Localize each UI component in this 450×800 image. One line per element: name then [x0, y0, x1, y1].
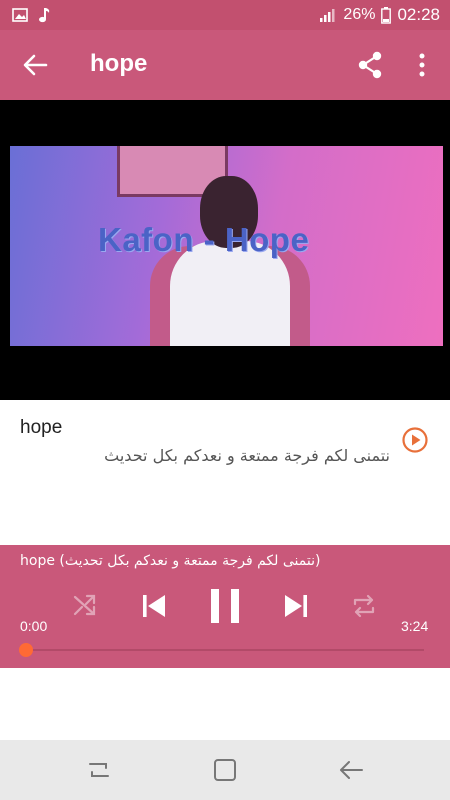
item-title: hope: [20, 417, 63, 438]
image-icon: [12, 8, 28, 22]
status-notifications: [12, 7, 50, 23]
repeat-icon[interactable]: [350, 592, 378, 620]
status-time: 02:28: [397, 5, 440, 24]
app-bar: hope: [0, 30, 450, 100]
shuffle-icon[interactable]: [72, 592, 98, 618]
system-nav-bar: [0, 740, 450, 800]
pause-icon[interactable]: [208, 587, 242, 625]
skip-previous-icon[interactable]: [140, 592, 168, 620]
content-empty-area: [0, 668, 450, 740]
back-arrow-icon[interactable]: [22, 52, 48, 78]
seek-bar[interactable]: [19, 643, 424, 657]
total-time: 3:24: [401, 618, 429, 634]
more-vert-icon[interactable]: [414, 52, 430, 78]
battery-icon: [381, 6, 392, 24]
signal-icon: [320, 9, 335, 22]
recents-icon[interactable]: [86, 758, 112, 782]
page-title: hope: [90, 50, 148, 77]
battery-percent: 26%: [343, 6, 376, 23]
video-thumbnail[interactable]: Kafon - Hope: [10, 146, 443, 346]
now-playing-title: hope (نتمنى لكم فرجة ممتعة و نعدكم بكل ت…: [20, 553, 321, 569]
current-time: 0:00: [20, 618, 48, 634]
status-system: 26% 02:28: [319, 5, 440, 25]
video-overlay-text: Kafon - Hope: [98, 221, 310, 258]
home-icon[interactable]: [212, 758, 238, 782]
item-description: نتمنى لكم فرجة ممتعة و نعدكم بكل تحديث: [104, 446, 390, 465]
music-note-icon: [39, 8, 50, 23]
skip-next-icon[interactable]: [282, 592, 310, 620]
play-circle-icon[interactable]: [401, 426, 429, 454]
video-player[interactable]: Kafon - Hope: [0, 100, 450, 400]
status-bar: 26% 02:28: [0, 0, 450, 30]
share-icon[interactable]: [357, 51, 383, 79]
list-item[interactable]: hope نتمنى لكم فرجة ممتعة و نعدكم بكل تح…: [0, 400, 450, 545]
seek-thumb[interactable]: [19, 643, 33, 657]
audio-player: hope (نتمنى لكم فرجة ممتعة و نعدكم بكل ت…: [0, 545, 450, 668]
nav-back-icon[interactable]: [338, 758, 364, 782]
